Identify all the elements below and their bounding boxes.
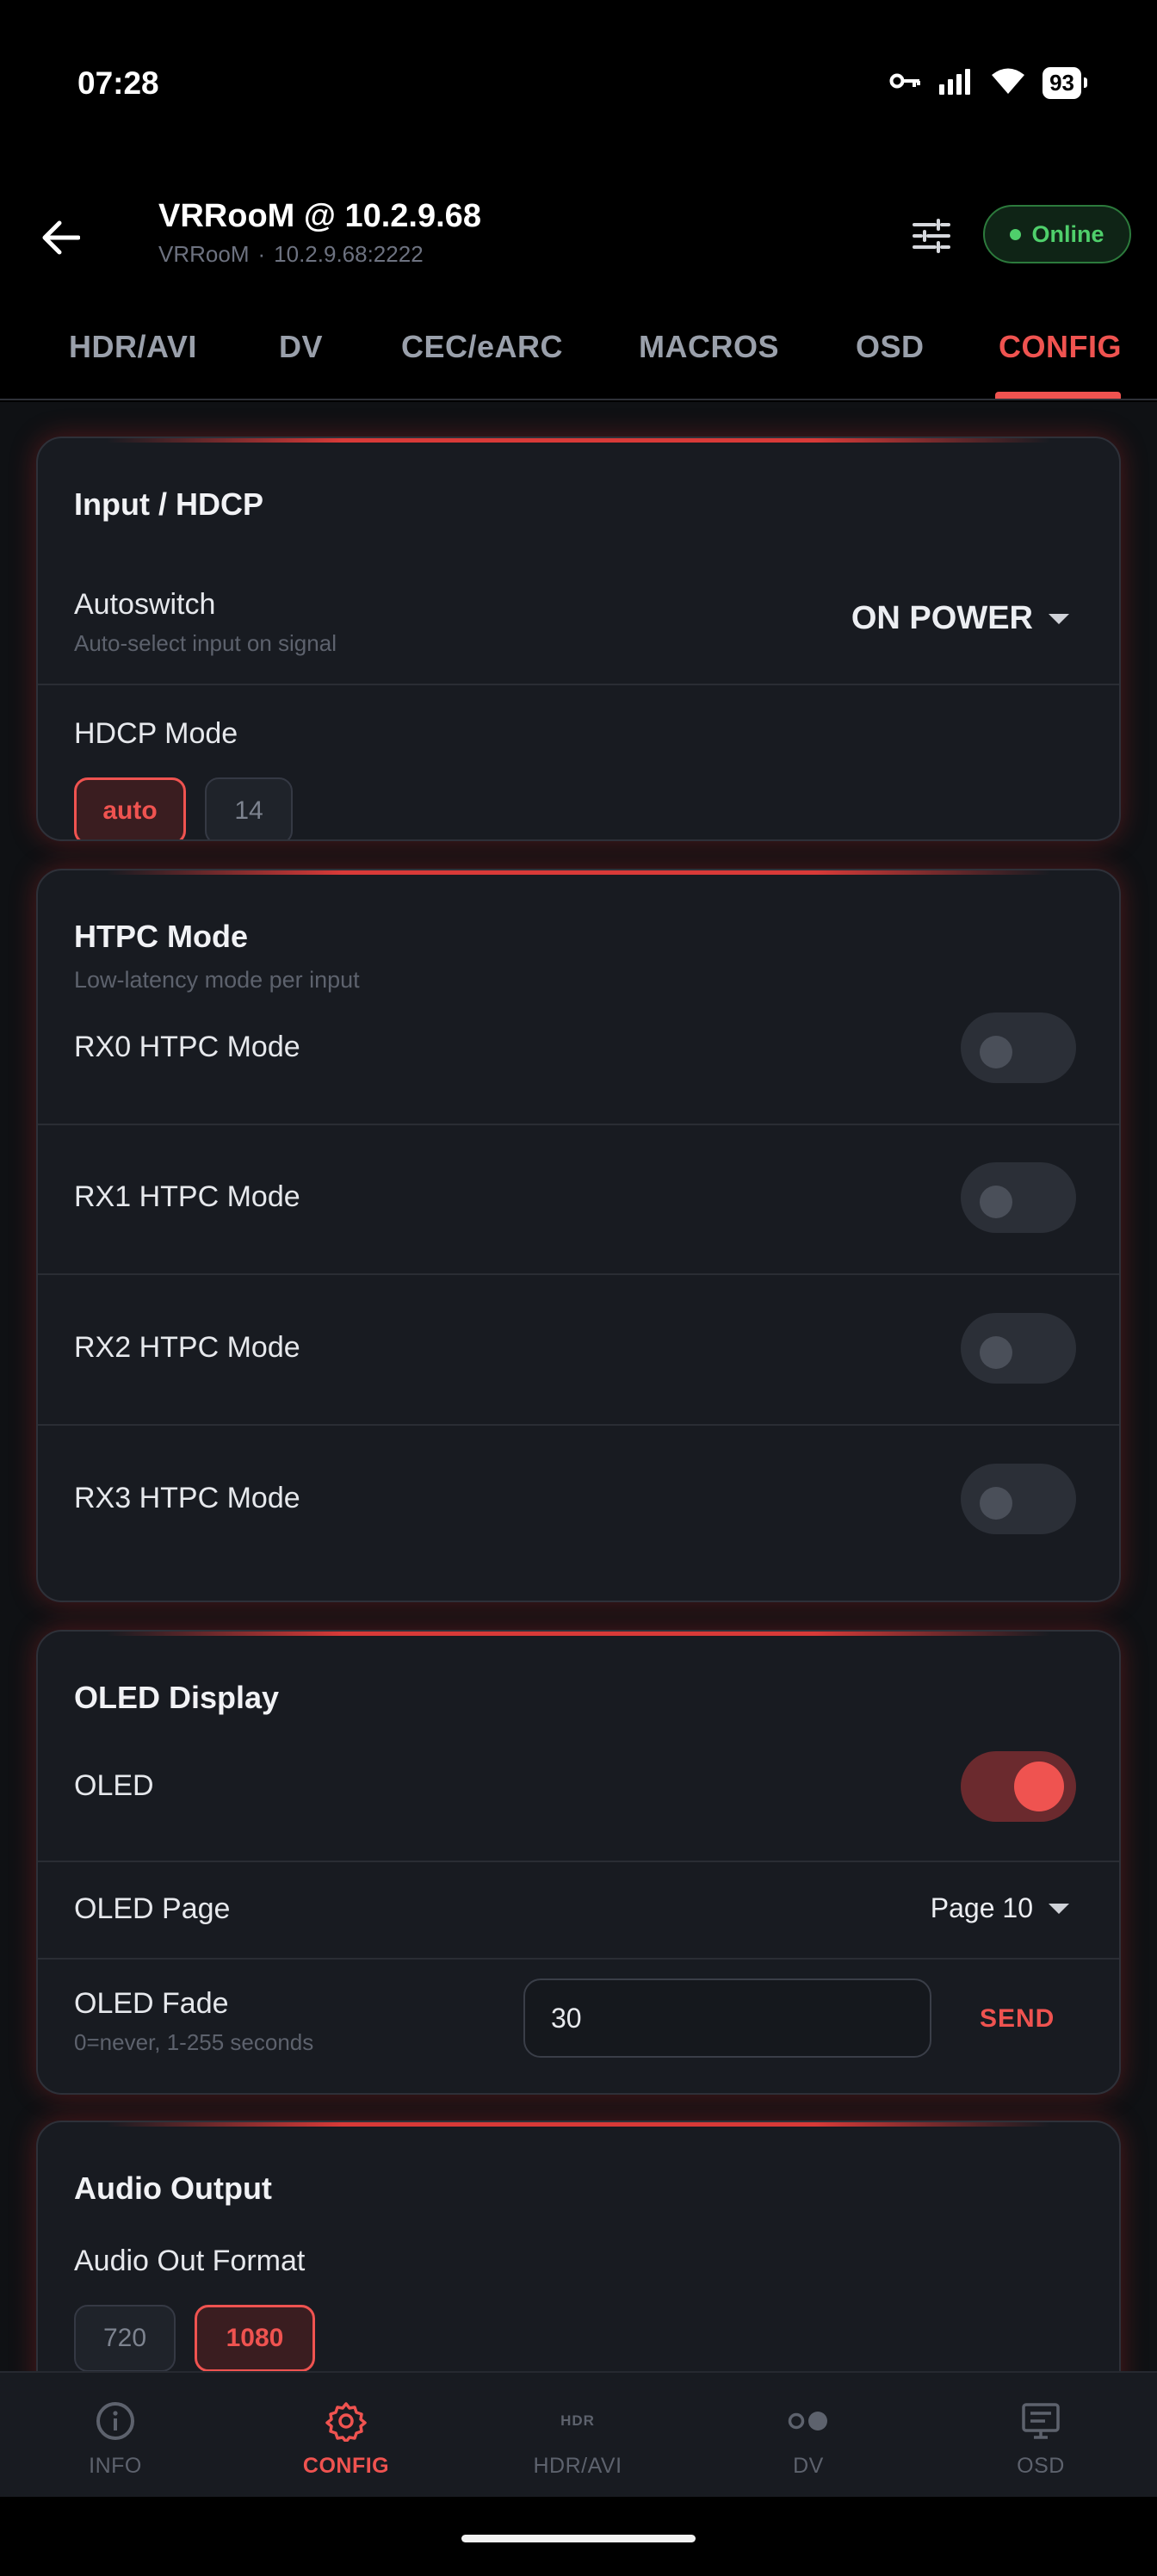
audio-format-label: Audio Out Format: [74, 2245, 306, 2277]
autoswitch-label: Autoswitch: [74, 588, 216, 621]
gear-icon: [325, 2399, 367, 2443]
oled-page-dropdown[interactable]: Page 10: [931, 1892, 1069, 1924]
gesture-area: [0, 2497, 1157, 2576]
card-input-hdcp: Input / HDCP Autoswitch Auto-select inpu…: [36, 437, 1121, 841]
nav-label: CONFIG: [302, 2454, 390, 2478]
oled-page-label: OLED Page: [74, 1892, 231, 1925]
settings-tune-button[interactable]: [906, 212, 957, 263]
hdcp-option-14[interactable]: 14: [205, 777, 293, 839]
nav-label: OSD: [1017, 2454, 1065, 2478]
nav-item-osd[interactable]: OSD: [925, 2373, 1156, 2499]
card-subtitle: Low-latency mode per input: [74, 967, 360, 993]
oled-fade-hint: 0=never, 1-255 seconds: [74, 2029, 314, 2055]
nav-label: HDR/AVI: [533, 2454, 622, 2478]
status-icons: 93: [889, 67, 1087, 99]
vpn-key-icon: [889, 71, 922, 96]
hdcp-option-auto[interactable]: auto: [74, 777, 186, 839]
nav-label: INFO: [89, 2454, 142, 2478]
back-button[interactable]: [33, 212, 88, 267]
nav-item-config[interactable]: CONFIG: [231, 2373, 461, 2499]
tab-hdr-avi[interactable]: HDR/AVI: [69, 329, 197, 365]
toggle-knob: [980, 1336, 1012, 1369]
rx1-htpc-toggle[interactable]: [961, 1162, 1076, 1233]
card-audio-output: Audio Output Audio Out Format 720 1080: [36, 2121, 1121, 2371]
oled-page-value: Page 10: [930, 1892, 1033, 1923]
rx3-htpc-toggle[interactable]: [961, 1464, 1076, 1534]
divider: [38, 1958, 1119, 1960]
card-title: Input / HDCP: [74, 486, 263, 522]
osd-icon: [1021, 2399, 1061, 2443]
divider: [38, 1124, 1119, 1125]
card-title: OLED Display: [74, 1680, 280, 1715]
bottom-navigation: INFO CONFIG HDR HDR/AVI DV OSD: [0, 2371, 1157, 2497]
oled-label: OLED: [74, 1769, 154, 1802]
tab-indicator: [995, 392, 1121, 399]
hdr-icon: HDR: [560, 2399, 595, 2443]
oled-fade-label: OLED Fade: [74, 1987, 229, 2020]
toggle-knob: [980, 1186, 1012, 1218]
tab-config[interactable]: CONFIG: [999, 329, 1122, 365]
page-subtitle: VRRooM · 10.2.9.68:2222: [158, 241, 424, 268]
rx0-htpc-toggle[interactable]: [961, 1012, 1076, 1083]
card-title: HTPC Mode: [74, 919, 248, 954]
signal-icon: [939, 67, 974, 99]
info-icon: [96, 2399, 135, 2443]
arrow-back-icon: [40, 220, 81, 259]
oled-toggle[interactable]: [961, 1751, 1076, 1822]
htpc-row-label: RX3 HTPC Mode: [74, 1482, 300, 1514]
gesture-handle[interactable]: [461, 2535, 696, 2542]
card-htpc-mode: HTPC Mode Low-latency mode per input RX0…: [36, 869, 1121, 1602]
subtitle-separator: ·: [257, 241, 266, 267]
autoswitch-hint: Auto-select input on signal: [74, 630, 337, 656]
wifi-icon: [991, 67, 1025, 99]
device-name: VRRooM: [158, 241, 250, 267]
tab-osd[interactable]: OSD: [856, 329, 925, 365]
audio-format-option-1080[interactable]: 1080: [195, 2305, 315, 2371]
audio-format-option-720[interactable]: 720: [74, 2305, 176, 2371]
online-dot-icon: [1010, 228, 1022, 240]
device-address: 10.2.9.68:2222: [274, 241, 424, 267]
tab-bar: HDR/AVI DV CEC/eARC MACROS OSD CONFIG: [0, 301, 1157, 400]
toggle-knob: [980, 1036, 1012, 1068]
nav-label: DV: [793, 2454, 824, 2478]
divider: [38, 1273, 1119, 1275]
nav-item-info[interactable]: INFO: [0, 2373, 231, 2499]
htpc-row-label: RX2 HTPC Mode: [74, 1331, 300, 1364]
tab-dv[interactable]: DV: [279, 329, 323, 365]
divider: [38, 1424, 1119, 1426]
hdcp-mode-label: HDCP Mode: [74, 717, 238, 750]
hdr-icon-text: HDR: [560, 2412, 595, 2429]
autoswitch-dropdown[interactable]: ON POWER: [851, 600, 1069, 637]
tab-cec-earc[interactable]: CEC/eARC: [401, 329, 563, 365]
divider: [38, 684, 1119, 685]
htpc-row-label: RX0 HTPC Mode: [74, 1031, 300, 1063]
autoswitch-value: ON POWER: [851, 600, 1033, 636]
nav-item-dv[interactable]: DV: [693, 2373, 924, 2499]
online-status-label: Online: [1031, 220, 1104, 247]
toggle-knob: [980, 1487, 1012, 1520]
toggle-knob: [1014, 1762, 1064, 1811]
rx2-htpc-toggle[interactable]: [961, 1313, 1076, 1384]
chevron-down-icon: [1049, 613, 1069, 624]
status-bar: 07:28 93: [0, 0, 1157, 172]
chevron-down-icon: [1049, 1903, 1069, 1914]
status-time: 07:28: [77, 65, 159, 101]
tab-macros[interactable]: MACROS: [639, 329, 779, 365]
config-content[interactable]: Input / HDCP Autoswitch Auto-select inpu…: [0, 402, 1157, 2371]
divider: [38, 1861, 1119, 1862]
battery-icon: 93: [1043, 67, 1087, 99]
dv-icon: [786, 2399, 831, 2443]
card-title: Audio Output: [74, 2170, 272, 2206]
htpc-row-label: RX1 HTPC Mode: [74, 1180, 300, 1213]
page-title: VRRooM @ 10.2.9.68: [158, 198, 481, 234]
tune-icon: [913, 218, 950, 257]
oled-fade-send-button[interactable]: SEND: [980, 2004, 1055, 2034]
nav-item-hdr-avi[interactable]: HDR HDR/AVI: [462, 2373, 693, 2499]
card-oled-display: OLED Display OLED OLED Page Page 10 OLED…: [36, 1630, 1121, 2095]
online-status-badge: Online: [983, 205, 1131, 263]
oled-fade-input[interactable]: 30: [523, 1978, 931, 2058]
app-header: VRRooM @ 10.2.9.68 VRRooM · 10.2.9.68:2222…: [0, 172, 1157, 301]
